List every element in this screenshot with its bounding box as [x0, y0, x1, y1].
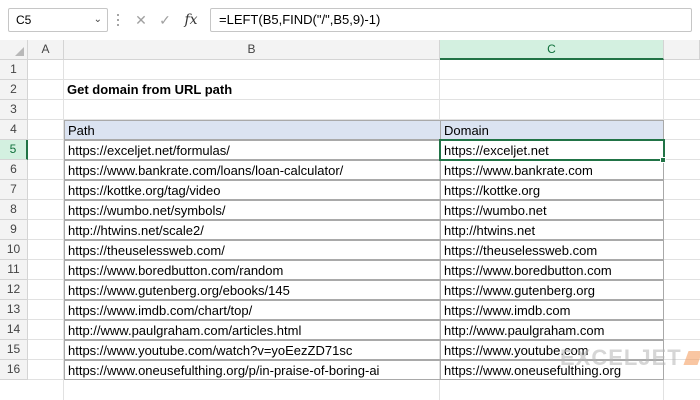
column-header-a[interactable]: A — [28, 40, 64, 60]
row-header-9[interactable]: 9 — [0, 220, 28, 240]
select-all-icon — [15, 47, 24, 56]
table-cell-path[interactable]: https://wumbo.net/symbols/ — [64, 200, 441, 220]
column-header-b[interactable]: B — [64, 40, 440, 60]
table-cell-path[interactable]: https://www.bankrate.com/loans/loan-calc… — [64, 160, 441, 180]
row-header-15[interactable]: 15 — [0, 340, 28, 360]
row-header-12[interactable]: 12 — [0, 280, 28, 300]
table-cell-path[interactable]: https://www.gutenberg.org/ebooks/145 — [64, 280, 441, 300]
row-header-10[interactable]: 10 — [0, 240, 28, 260]
row-header-13[interactable]: 13 — [0, 300, 28, 320]
table-cell-path[interactable]: https://theuselessweb.com/ — [64, 240, 441, 260]
table-cell-path[interactable]: https://kottke.org/tag/video — [64, 180, 441, 200]
table-header-domain[interactable]: Domain — [440, 120, 664, 140]
name-box[interactable]: C5 ⌄ — [8, 8, 108, 32]
active-cell-border — [439, 139, 665, 161]
row-header-8[interactable]: 8 — [0, 200, 28, 220]
table-cell-domain[interactable]: https://kottke.org — [440, 180, 664, 200]
row-header-14[interactable]: 14 — [0, 320, 28, 340]
insert-function-icon[interactable]: fx — [180, 8, 202, 32]
column-header-d[interactable] — [664, 40, 700, 60]
column-header-c[interactable]: C — [440, 40, 664, 60]
row-header-7[interactable]: 7 — [0, 180, 28, 200]
table-cell-domain[interactable]: http://htwins.net — [440, 220, 664, 240]
row-header-3[interactable]: 3 — [0, 100, 28, 120]
table-cell-domain[interactable]: https://wumbo.net — [440, 200, 664, 220]
cancel-icon[interactable]: ✕ — [130, 8, 152, 32]
table-cell-path[interactable]: http://htwins.net/scale2/ — [64, 220, 441, 240]
table-cell-path[interactable]: https://exceljet.net/formulas/ — [64, 140, 441, 160]
row-header-4[interactable]: 4 — [0, 120, 28, 140]
table-cell-domain[interactable]: http://www.paulgraham.com — [440, 320, 664, 340]
table-cell-domain[interactable]: https://theuselessweb.com — [440, 240, 664, 260]
row-header-11[interactable]: 11 — [0, 260, 28, 280]
formula-bar: C5 ⌄ ✕ ✓ fx =LEFT(B5,FIND("/",B5,9)-1) — [0, 0, 700, 40]
table-cell-path[interactable]: https://www.imdb.com/chart/top/ — [64, 300, 441, 320]
watermark-text: EXCELJET — [560, 345, 682, 370]
table-cell-domain[interactable]: https://www.boredbutton.com — [440, 260, 664, 280]
row-header-16[interactable]: 16 — [0, 360, 28, 380]
fill-handle[interactable] — [660, 157, 666, 163]
table-cell-domain[interactable]: https://www.bankrate.com — [440, 160, 664, 180]
row-header-2[interactable]: 2 — [0, 80, 28, 100]
chevron-down-icon[interactable]: ⌄ — [94, 9, 102, 31]
table-cell-path[interactable]: https://www.youtube.com/watch?v=yoEezZD7… — [64, 340, 441, 360]
enter-icon[interactable]: ✓ — [154, 8, 176, 32]
formula-buttons: ✕ ✓ fx — [128, 8, 204, 32]
table-cell-path[interactable]: https://www.boredbutton.com/random — [64, 260, 441, 280]
sheet-title[interactable]: Get domain from URL path — [64, 80, 440, 100]
row-header-6[interactable]: 6 — [0, 160, 28, 180]
table-header-path[interactable]: Path — [64, 120, 441, 140]
formula-input[interactable]: =LEFT(B5,FIND("/",B5,9)-1) — [210, 8, 692, 32]
name-box-value: C5 — [16, 13, 32, 27]
table-cell-domain[interactable]: https://www.imdb.com — [440, 300, 664, 320]
row-header-5[interactable]: 5 — [0, 140, 28, 160]
exceljet-logo: EXCELJET — [560, 345, 700, 371]
select-all-button[interactable] — [0, 40, 28, 60]
drag-handle-icon[interactable] — [117, 11, 120, 29]
spreadsheet-grid: A B C 1 2 3 4 5 6 7 8 9 10 11 12 13 14 15 16 Get domain… — [0, 40, 700, 400]
row-header-1[interactable]: 1 — [0, 60, 28, 80]
table-cell-path[interactable]: http://www.paulgraham.com/articles.html — [64, 320, 441, 340]
table-cell-path[interactable]: https://www.oneusefulthing.org/p/in-prai… — [64, 360, 441, 380]
table-cell-domain[interactable]: https://www.gutenberg.org — [440, 280, 664, 300]
